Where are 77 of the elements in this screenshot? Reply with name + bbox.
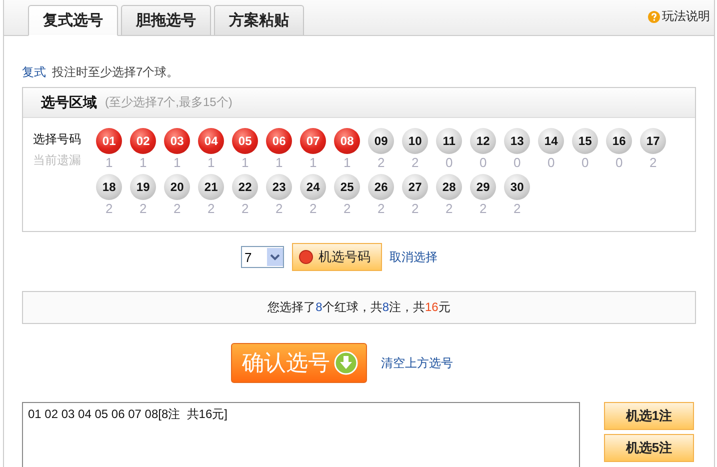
cancel-link[interactable]: 取消选择 [390, 248, 438, 266]
miss-count: 0 [547, 154, 555, 172]
number-ball[interactable]: 08 [334, 128, 360, 154]
number-ball[interactable]: 20 [164, 174, 190, 200]
miss-count: 2 [173, 200, 181, 218]
miss-count: 2 [377, 200, 385, 218]
number-ball[interactable]: 11 [436, 128, 462, 154]
number-ball[interactable]: 23 [266, 174, 292, 200]
intro-text: 投注时至少选择7个球。 [52, 64, 179, 80]
miss-count: 2 [207, 200, 215, 218]
miss-count: 1 [105, 154, 113, 172]
miss-count: 2 [241, 200, 249, 218]
miss-count: 2 [649, 154, 657, 172]
miss-count: 2 [377, 154, 385, 172]
number-ball[interactable]: 22 [232, 174, 258, 200]
miss-count: 1 [241, 154, 249, 172]
miss-count: 2 [411, 154, 419, 172]
miss-count: 0 [513, 154, 521, 172]
bet-list-field[interactable]: 01 02 03 04 05 06 07 08[8注 共16元] [22, 402, 580, 467]
number-ball[interactable]: 16 [606, 128, 632, 154]
miss-count: 0 [581, 154, 589, 172]
panel-hint: (至少选择7个,最多15个) [105, 94, 232, 111]
number-ball[interactable]: 24 [300, 174, 326, 200]
number-ball[interactable]: 09 [368, 128, 394, 154]
miss-count: 1 [139, 154, 147, 172]
count-select[interactable]: 7 [240, 246, 284, 268]
number-ball[interactable]: 25 [334, 174, 360, 200]
ball-icon [298, 250, 312, 264]
miss-count: 2 [275, 200, 283, 218]
random-pick-button[interactable]: 机选号码 [292, 243, 382, 271]
miss-count: 1 [173, 154, 181, 172]
number-ball[interactable]: 28 [436, 174, 462, 200]
number-ball[interactable]: 29 [470, 174, 496, 200]
summary-text: 您选择了8个红球，共8注，共16元 [268, 299, 450, 316]
number-ball[interactable]: 14 [538, 128, 564, 154]
tab[interactable]: 方案粘贴 [214, 5, 304, 35]
miss-count: 2 [513, 200, 521, 218]
number-ball[interactable]: 04 [198, 128, 224, 154]
number-ball[interactable]: 15 [572, 128, 598, 154]
miss-count: 2 [309, 200, 317, 218]
number-ball[interactable]: 26 [368, 174, 394, 200]
number-ball[interactable]: 02 [130, 128, 156, 154]
panel-title: 选号区域 [41, 94, 97, 112]
miss-count: 1 [207, 154, 215, 172]
miss-count: 2 [105, 200, 113, 218]
number-ball[interactable]: 19 [130, 174, 156, 200]
quick-pick-button[interactable]: 机选5注 [604, 434, 694, 462]
mode-link[interactable]: 复式 [22, 64, 46, 80]
question-icon [648, 10, 660, 22]
number-ball[interactable]: 13 [504, 128, 530, 154]
miss-count: 2 [343, 200, 351, 218]
number-ball[interactable]: 30 [504, 174, 530, 200]
number-ball[interactable]: 03 [164, 128, 190, 154]
number-ball[interactable]: 21 [198, 174, 224, 200]
number-ball[interactable]: 17 [640, 128, 666, 154]
miss-count: 0 [445, 154, 453, 172]
miss-count: 2 [479, 200, 487, 218]
dropdown-icon [266, 248, 282, 266]
clear-link[interactable]: 清空上方选号 [381, 354, 453, 372]
miss-count: 0 [479, 154, 487, 172]
miss-label: 当前遗漏 [33, 152, 82, 169]
number-ball[interactable]: 18 [96, 174, 122, 200]
help-link[interactable]: 玩法说明 [648, 8, 710, 25]
miss-count: 2 [139, 200, 147, 218]
miss-count: 1 [275, 154, 283, 172]
miss-count: 2 [445, 200, 453, 218]
miss-count: 0 [615, 154, 623, 172]
quick-pick-button[interactable]: 机选1注 [604, 402, 694, 430]
number-ball[interactable]: 10 [402, 128, 428, 154]
miss-count: 1 [309, 154, 317, 172]
miss-count: 2 [411, 200, 419, 218]
tab[interactable]: 复式选号 [28, 5, 118, 36]
row-label: 选择号码 [33, 131, 82, 148]
number-ball[interactable]: 12 [470, 128, 496, 154]
miss-count: 1 [343, 154, 351, 172]
number-ball[interactable]: 27 [402, 174, 428, 200]
tab[interactable]: 胆拖选号 [121, 5, 211, 35]
